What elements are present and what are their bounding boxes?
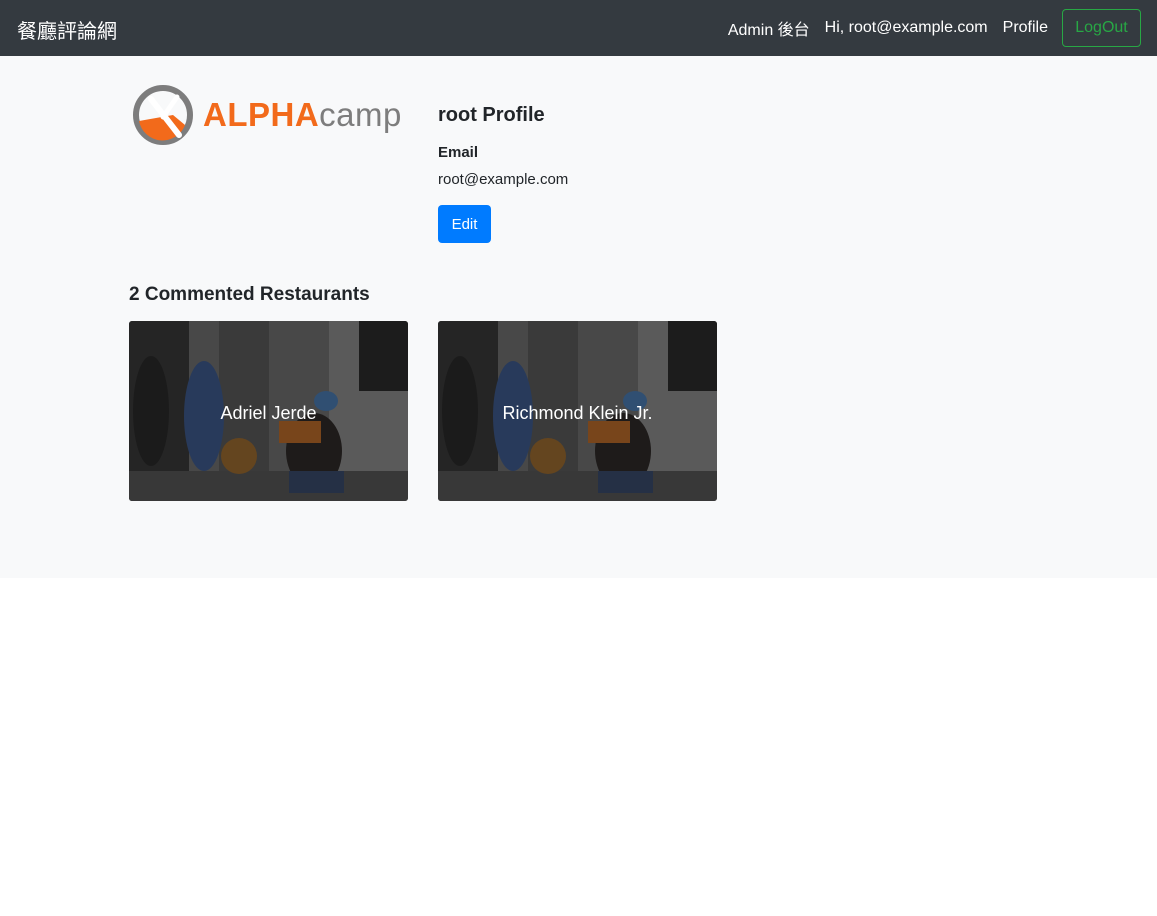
commented-restaurants-title: 2 Commented Restaurants	[129, 284, 370, 305]
brand-link[interactable]: 餐廳評論網	[17, 15, 117, 44]
alphacamp-logo-icon	[133, 85, 193, 145]
profile-info: root Profile Email root@example.com Edit	[438, 104, 568, 243]
restaurant-card[interactable]: Adriel Jerde	[129, 321, 408, 501]
nav-links: Admin 後台 Hi, root@example.com Profile Lo…	[728, 9, 1141, 47]
restaurant-name: Adriel Jerde	[220, 403, 317, 423]
logo-camp-text: camp	[319, 96, 402, 133]
logo-alpha-text: ALPHA	[203, 96, 320, 133]
alphacamp-logo: ALPHA camp	[133, 85, 405, 145]
logout-button[interactable]: LogOut	[1062, 9, 1141, 47]
email-label: Email	[438, 144, 479, 161]
nav-link-admin[interactable]: Admin 後台	[728, 16, 810, 40]
restaurant-name: Richmond Klein Jr.	[502, 403, 653, 423]
profile-title: root Profile	[438, 104, 545, 126]
navbar: 餐廳評論網 Admin 後台 Hi, root@example.com Prof…	[0, 0, 1157, 56]
alphacamp-logo-wordmark: ALPHA camp	[203, 96, 402, 134]
nav-link-profile[interactable]: Profile	[1003, 19, 1048, 37]
nav-link-user-greeting[interactable]: Hi, root@example.com	[825, 19, 988, 37]
main-content: ALPHA camp root Profile Email root@examp…	[0, 56, 1157, 578]
edit-profile-button[interactable]: Edit	[438, 205, 491, 243]
restaurant-card[interactable]: Richmond Klein Jr.	[438, 321, 717, 501]
email-value: root@example.com	[438, 171, 569, 188]
